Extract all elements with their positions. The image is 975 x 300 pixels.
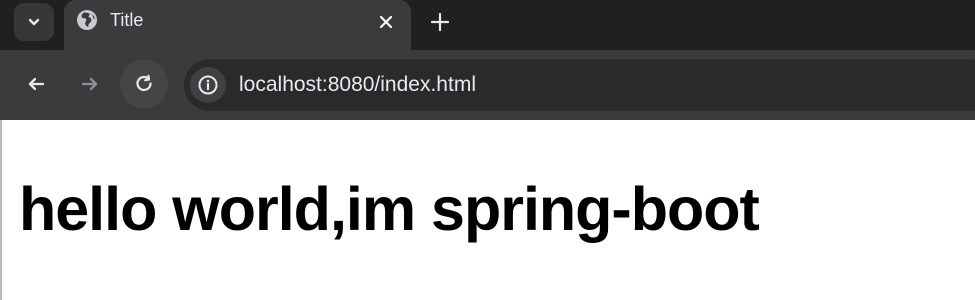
tab-search-button[interactable] — [14, 3, 54, 41]
address-bar[interactable]: localhost:8080/index.html — [184, 59, 975, 111]
reload-button[interactable] — [120, 60, 168, 108]
chevron-down-icon — [26, 14, 42, 30]
url-text[interactable]: localhost:8080/index.html — [239, 72, 476, 98]
tab-title: Title — [110, 10, 144, 30]
site-info-button[interactable] — [190, 67, 226, 103]
page-heading: hello world,im spring-boot — [19, 175, 760, 243]
active-tab[interactable]: Title — [64, 0, 411, 50]
browser-toolbar: localhost:8080/index.html — [0, 50, 975, 120]
back-arrow-icon — [24, 72, 48, 96]
globe-icon — [76, 9, 98, 31]
forward-button[interactable] — [66, 60, 114, 108]
forward-arrow-icon — [78, 72, 102, 96]
new-tab-button[interactable] — [425, 7, 455, 37]
close-icon[interactable] — [373, 9, 399, 35]
page-content: hello world,im spring-boot — [0, 120, 975, 300]
plus-icon — [429, 11, 451, 33]
reload-icon — [132, 72, 156, 96]
back-button[interactable] — [12, 60, 60, 108]
info-icon — [197, 74, 219, 96]
browser-window: Title localhost:8080/index.html hello wo… — [0, 0, 975, 300]
tab-strip: Title — [0, 0, 975, 50]
